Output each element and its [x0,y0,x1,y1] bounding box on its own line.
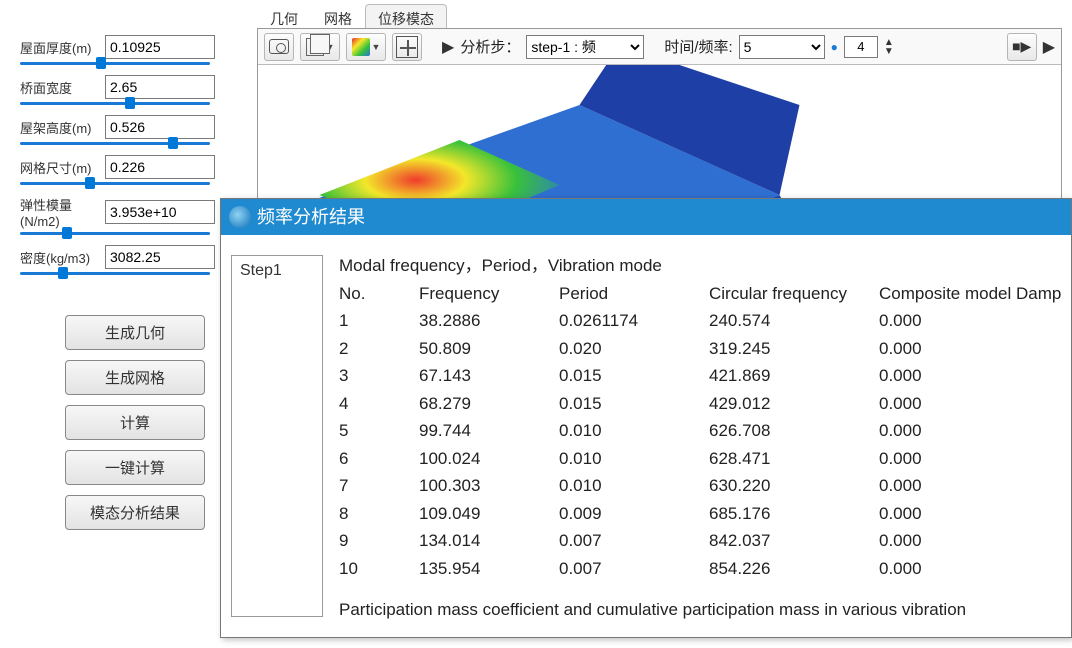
time-freq-select[interactable]: 5 [739,35,825,59]
cube-icon [306,38,324,56]
param-input[interactable] [105,35,215,59]
step-select[interactable]: step-1 : 频 [526,35,644,59]
record-button[interactable]: ■▶ [1007,33,1037,61]
table-row: 138.28860.0261174240.5740.000 [339,308,1059,334]
dialog-title: 频率分析结果 [257,199,365,235]
chevron-down-icon: ▼ [372,42,381,52]
frequency-analysis-dialog: 频率分析结果 Step1 Modal frequency，Period，Vibr… [220,198,1072,638]
result-footer-text: Participation mass coefficient and cumul… [339,597,1059,623]
param-row: 密度(kg/m3) [20,245,220,275]
next-step-icon[interactable]: ▶ [1043,37,1055,57]
colormap-button[interactable]: ▼ [346,33,386,61]
param-row: 屋架高度(m) [20,115,220,145]
result-heading: Modal frequency，Period，Vibration mode [339,253,1059,279]
param-input[interactable] [105,115,215,139]
camera-icon [269,39,289,54]
one-click-compute-button[interactable]: 一键计算 [65,450,205,485]
table-row: 9134.0140.007842.0370.000 [339,528,1059,554]
app-logo-icon [229,206,251,228]
param-slider[interactable] [20,102,210,105]
time-freq-label: 时间/频率: [664,36,732,57]
result-text-area[interactable]: Modal frequency，Period，Vibration mode No… [327,235,1071,637]
video-camera-icon: ■▶ [1012,38,1031,55]
slider-indicator-icon[interactable]: ● [831,40,838,54]
param-input[interactable] [105,200,215,224]
table-row: 7100.3030.010630.2200.000 [339,473,1059,499]
generate-mesh-button[interactable]: 生成网格 [65,360,205,395]
param-label: 屋架高度(m) [20,118,105,137]
table-row: 8109.0490.009685.1760.000 [339,501,1059,527]
param-row: 网格尺寸(m) [20,155,220,185]
modal-analysis-result-button[interactable]: 模态分析结果 [65,495,205,530]
move-button[interactable] [392,33,422,61]
param-input[interactable] [105,155,215,179]
table-row: 599.7440.010626.7080.000 [339,418,1059,444]
table-row: 367.1430.015421.8690.000 [339,363,1059,389]
param-input[interactable] [105,245,215,269]
param-label: 网格尺寸(m) [20,158,105,177]
param-row: 桥面宽度 [20,75,220,105]
param-slider[interactable] [20,232,210,235]
colormap-icon [352,38,370,56]
step-label: 分析步： [460,36,520,57]
table-row: 10135.9540.007854.2260.000 [339,556,1059,582]
param-slider[interactable] [20,142,210,145]
viewer-toolbar: ▼ ▼ ▶ 分析步： step-1 : 频 时间/频率: 5 ● ▲▼ ■▶ ▶ [258,29,1061,65]
param-input[interactable] [105,75,215,99]
step-list[interactable]: Step1 [231,255,323,617]
param-label: 弹性模量(N/m2) [20,195,105,229]
dialog-titlebar[interactable]: 频率分析结果 [221,199,1071,235]
snapshot-button[interactable] [264,33,294,61]
generate-geometry-button[interactable]: 生成几何 [65,315,205,350]
param-slider[interactable] [20,272,210,275]
compute-button[interactable]: 计算 [65,405,205,440]
param-label: 屋面厚度(m) [20,38,105,57]
frame-stepper[interactable] [844,36,878,58]
parameter-panel: 屋面厚度(m) 桥面宽度屋架高度(m) 网格尺寸(m) 弹性模量(N/m2) 密度(kg… [20,35,220,540]
view-cube-button[interactable]: ▼ [300,33,340,61]
param-slider[interactable] [20,182,210,185]
table-row: 6100.0240.010628.4710.000 [339,446,1059,472]
param-label: 桥面宽度 [20,78,105,97]
column-headers: No.FrequencyPeriodCircular frequencyComp… [339,281,1059,307]
param-row: 屋面厚度(m) [20,35,220,65]
param-label: 密度(kg/m3) [20,248,105,267]
table-row: 468.2790.015429.0120.000 [339,391,1059,417]
prev-step-icon[interactable]: ▶ [442,37,454,57]
param-row: 弹性模量(N/m2) [20,195,220,235]
table-row: 250.8090.020319.2450.000 [339,336,1059,362]
move-icon [396,36,418,58]
param-slider[interactable] [20,62,210,65]
stepper-up-down-icon[interactable]: ▲▼ [884,38,894,56]
